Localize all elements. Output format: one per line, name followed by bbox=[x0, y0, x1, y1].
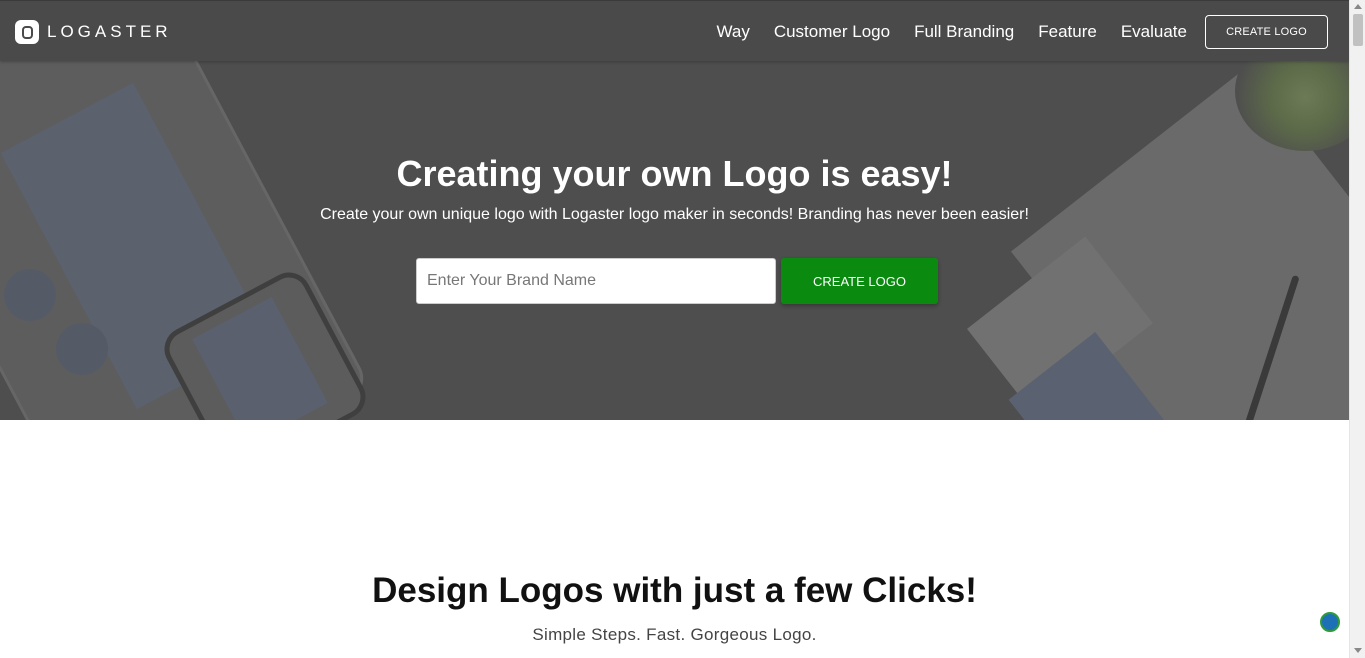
scrollbar[interactable] bbox=[1349, 0, 1365, 658]
hero-title: Creating your own Logo is easy! bbox=[396, 153, 953, 194]
globe-badge-icon[interactable] bbox=[1310, 610, 1349, 638]
nav-link-feature[interactable]: Feature bbox=[1038, 22, 1097, 42]
main-nav: Way Customer Logo Full Branding Feature … bbox=[716, 1, 1349, 62]
navbar: LOGASTER Way Customer Logo Full Branding… bbox=[0, 0, 1349, 61]
hero-subtitle: Create your own unique logo with Logaste… bbox=[320, 206, 1029, 223]
logaster-logo-icon bbox=[15, 20, 39, 44]
nav-link-full-branding[interactable]: Full Branding bbox=[914, 22, 1014, 42]
logo-text: LOGASTER bbox=[47, 22, 172, 41]
logo[interactable]: LOGASTER bbox=[15, 19, 172, 45]
scroll-down-icon[interactable] bbox=[1354, 648, 1362, 653]
create-logo-button[interactable]: CREATE LOGO bbox=[781, 258, 938, 304]
color-swatch-image bbox=[4, 269, 56, 321]
header-create-logo-button[interactable]: CREATE LOGO bbox=[1205, 14, 1328, 49]
brand-name-input[interactable] bbox=[416, 258, 776, 304]
hero-section: Creating your own Logo is easy! Create y… bbox=[0, 61, 1349, 420]
nav-link-evaluate[interactable]: Evaluate bbox=[1121, 22, 1187, 42]
page: LOGASTER Way Customer Logo Full Branding… bbox=[0, 0, 1349, 658]
nav-link-customer-logo[interactable]: Customer Logo bbox=[774, 22, 890, 42]
section-title: Design Logos with just a few Clicks! bbox=[372, 571, 977, 610]
scroll-thumb[interactable] bbox=[1353, 14, 1363, 46]
color-swatch-image bbox=[56, 323, 108, 375]
section-subtitle: Simple Steps. Fast. Gorgeous Logo. bbox=[532, 625, 817, 644]
scroll-up-icon[interactable] bbox=[1354, 4, 1362, 9]
nav-link-way[interactable]: Way bbox=[716, 22, 749, 42]
